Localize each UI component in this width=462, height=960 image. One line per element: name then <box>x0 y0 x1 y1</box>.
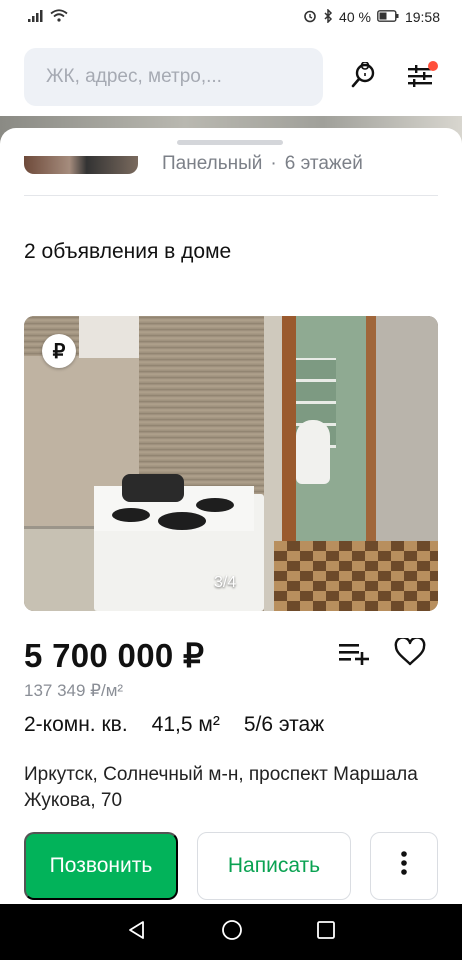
area: 41,5 м² <box>151 713 220 736</box>
signal-icon <box>28 9 44 25</box>
map-search-button[interactable] <box>344 58 384 98</box>
house-type: Панельный <box>162 153 263 174</box>
photo-burner <box>112 508 150 522</box>
home-icon[interactable] <box>221 919 243 946</box>
listing-photo[interactable]: ₽ 3/4 <box>24 316 438 611</box>
divider <box>24 195 438 196</box>
house-info-separator: · <box>270 153 277 174</box>
ruble-badge-icon: ₽ <box>42 334 76 368</box>
more-options-button[interactable] <box>370 832 438 900</box>
more-vertical-icon <box>400 850 408 882</box>
photo-counter: 3/4 <box>214 574 237 591</box>
photo-right-wall <box>372 316 438 561</box>
system-nav-bar <box>0 904 462 960</box>
floor: 5/6 этаж <box>243 713 325 736</box>
listing-price: 5 700 000 ₽ <box>24 637 205 674</box>
write-button[interactable]: Написать <box>197 832 351 900</box>
favorite-button[interactable] <box>390 634 430 674</box>
house-floors: 6 этажей <box>284 153 363 174</box>
photo-floor <box>274 541 438 611</box>
listings-count-title: 2 объявления в доме <box>24 240 232 263</box>
search-header <box>0 34 462 126</box>
listing-address: Иркутск, Солнечный м-н, проспект Маршала… <box>24 764 418 811</box>
rooms: 2-комн. кв. <box>24 713 128 736</box>
back-icon[interactable] <box>126 919 148 946</box>
photo-doorframe <box>366 316 376 556</box>
house-sheet: Панельный · 6 этажей 2 объявления в доме… <box>0 128 462 904</box>
photo-toilet <box>296 420 330 484</box>
house-info: Панельный · 6 этажей <box>162 153 363 175</box>
wifi-icon <box>50 9 68 25</box>
clock: 19:58 <box>404 9 440 25</box>
notification-dot <box>428 61 438 71</box>
status-right: 40 % 19:58 <box>303 7 440 26</box>
bluetooth-icon <box>323 7 333 26</box>
call-button[interactable]: Позвонить <box>24 832 178 900</box>
photo-hood <box>79 316 139 358</box>
sheet-drag-handle[interactable] <box>177 140 283 145</box>
search-pin-icon <box>350 60 378 95</box>
photo-doorframe <box>282 316 296 576</box>
add-to-compare-button[interactable] <box>334 634 374 674</box>
photo-pan <box>122 474 184 502</box>
photo-burner <box>158 512 206 530</box>
add-to-list-icon <box>337 639 371 670</box>
house-photo-thumbnail[interactable] <box>24 156 138 174</box>
battery-percent: 40 % <box>339 9 371 25</box>
price-per-square-meter: 137 349 ₽/м² <box>24 681 124 700</box>
listing-params: 2-комн. кв. 41,5 м² 5/6 этаж <box>24 713 324 737</box>
filters-button[interactable] <box>400 58 440 98</box>
status-left <box>28 9 68 25</box>
battery-icon <box>377 9 399 25</box>
heart-icon <box>394 635 426 671</box>
search-input[interactable] <box>24 48 323 106</box>
photo-burner <box>196 498 234 512</box>
status-bar: 40 % 19:58 <box>0 0 462 34</box>
alarm-icon <box>303 9 317 26</box>
recents-icon[interactable] <box>316 920 336 945</box>
